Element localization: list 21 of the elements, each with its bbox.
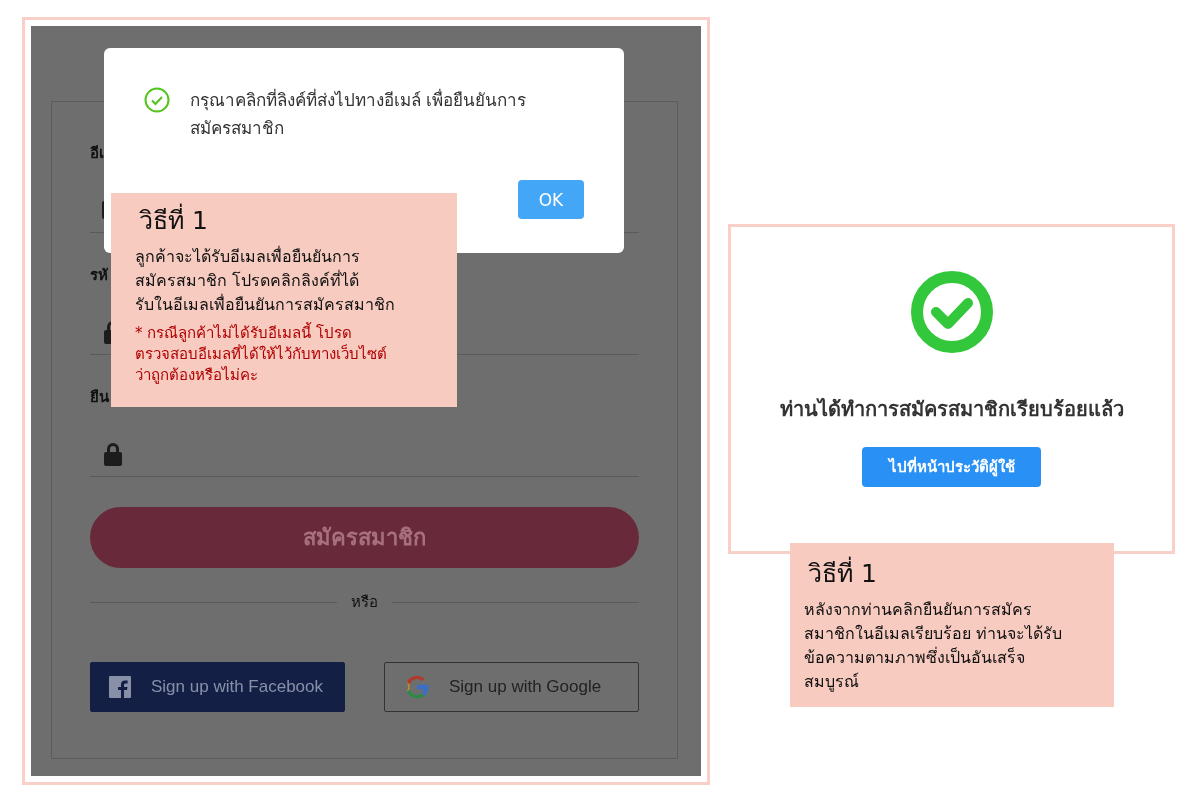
note-text: ลูกค้าจะได้รับอีเมลเพื่อยืนยันการ สมัครสมาชิก โปรดคลิกลิงค์ที่ได้ รับในอีเมลเพื่อยืนยันการสมัครสมาชิก <box>135 245 396 316</box>
field-label: รหั <box>90 265 108 285</box>
check-circle-icon <box>910 271 993 353</box>
or-divider-text: หรือ <box>351 592 378 613</box>
signup-button[interactable]: สมัครสมาชิก <box>90 507 639 568</box>
facebook-icon <box>109 676 131 698</box>
note-title: วิธีที่ 1 <box>808 558 1102 590</box>
note-title: วิธีที่ 1 <box>139 205 445 237</box>
note-warning: * กรณีลูกค้าไม่ได้รับอีเมลนี้ โปรด ตรวจสอบอีเมลที่ได้ให้ไว้กับทางเว็บไซต์ ว่าถูกต้องหรือไม่คะ <box>135 323 388 386</box>
field-label: ยืน <box>90 387 109 407</box>
facebook-signup-button[interactable]: Sign up with Facebook <box>90 662 345 712</box>
profile-button[interactable]: ไปที่หน้าประวัติผู้ใช้ <box>862 447 1041 487</box>
field-label: อีเ <box>90 143 104 163</box>
note-text: หลังจากท่านคลิกยืนยันการสมัคร สมาชิกในอีเมลเรียบร้อย ท่านจะได้รับ ข้อความตามภาพซึ่งเป็นอันเสร็จ สมบูรณ์ <box>804 599 1064 694</box>
check-circle-icon <box>144 87 170 113</box>
success-message: ท่านได้ทำการสมัครสมาชิกเรียบร้อยแล้ว <box>779 396 1124 423</box>
ok-button[interactable]: OK <box>518 180 584 219</box>
google-icon <box>405 675 429 699</box>
google-signup-button[interactable]: Sign up with Google <box>384 662 639 712</box>
lock-icon <box>102 441 124 466</box>
dialog-message: กรุณาคลิกที่ลิงค์ที่ส่งไปทางอีเมล์ เพื่อยืนยันการ สมัครสมาชิก <box>190 87 527 140</box>
